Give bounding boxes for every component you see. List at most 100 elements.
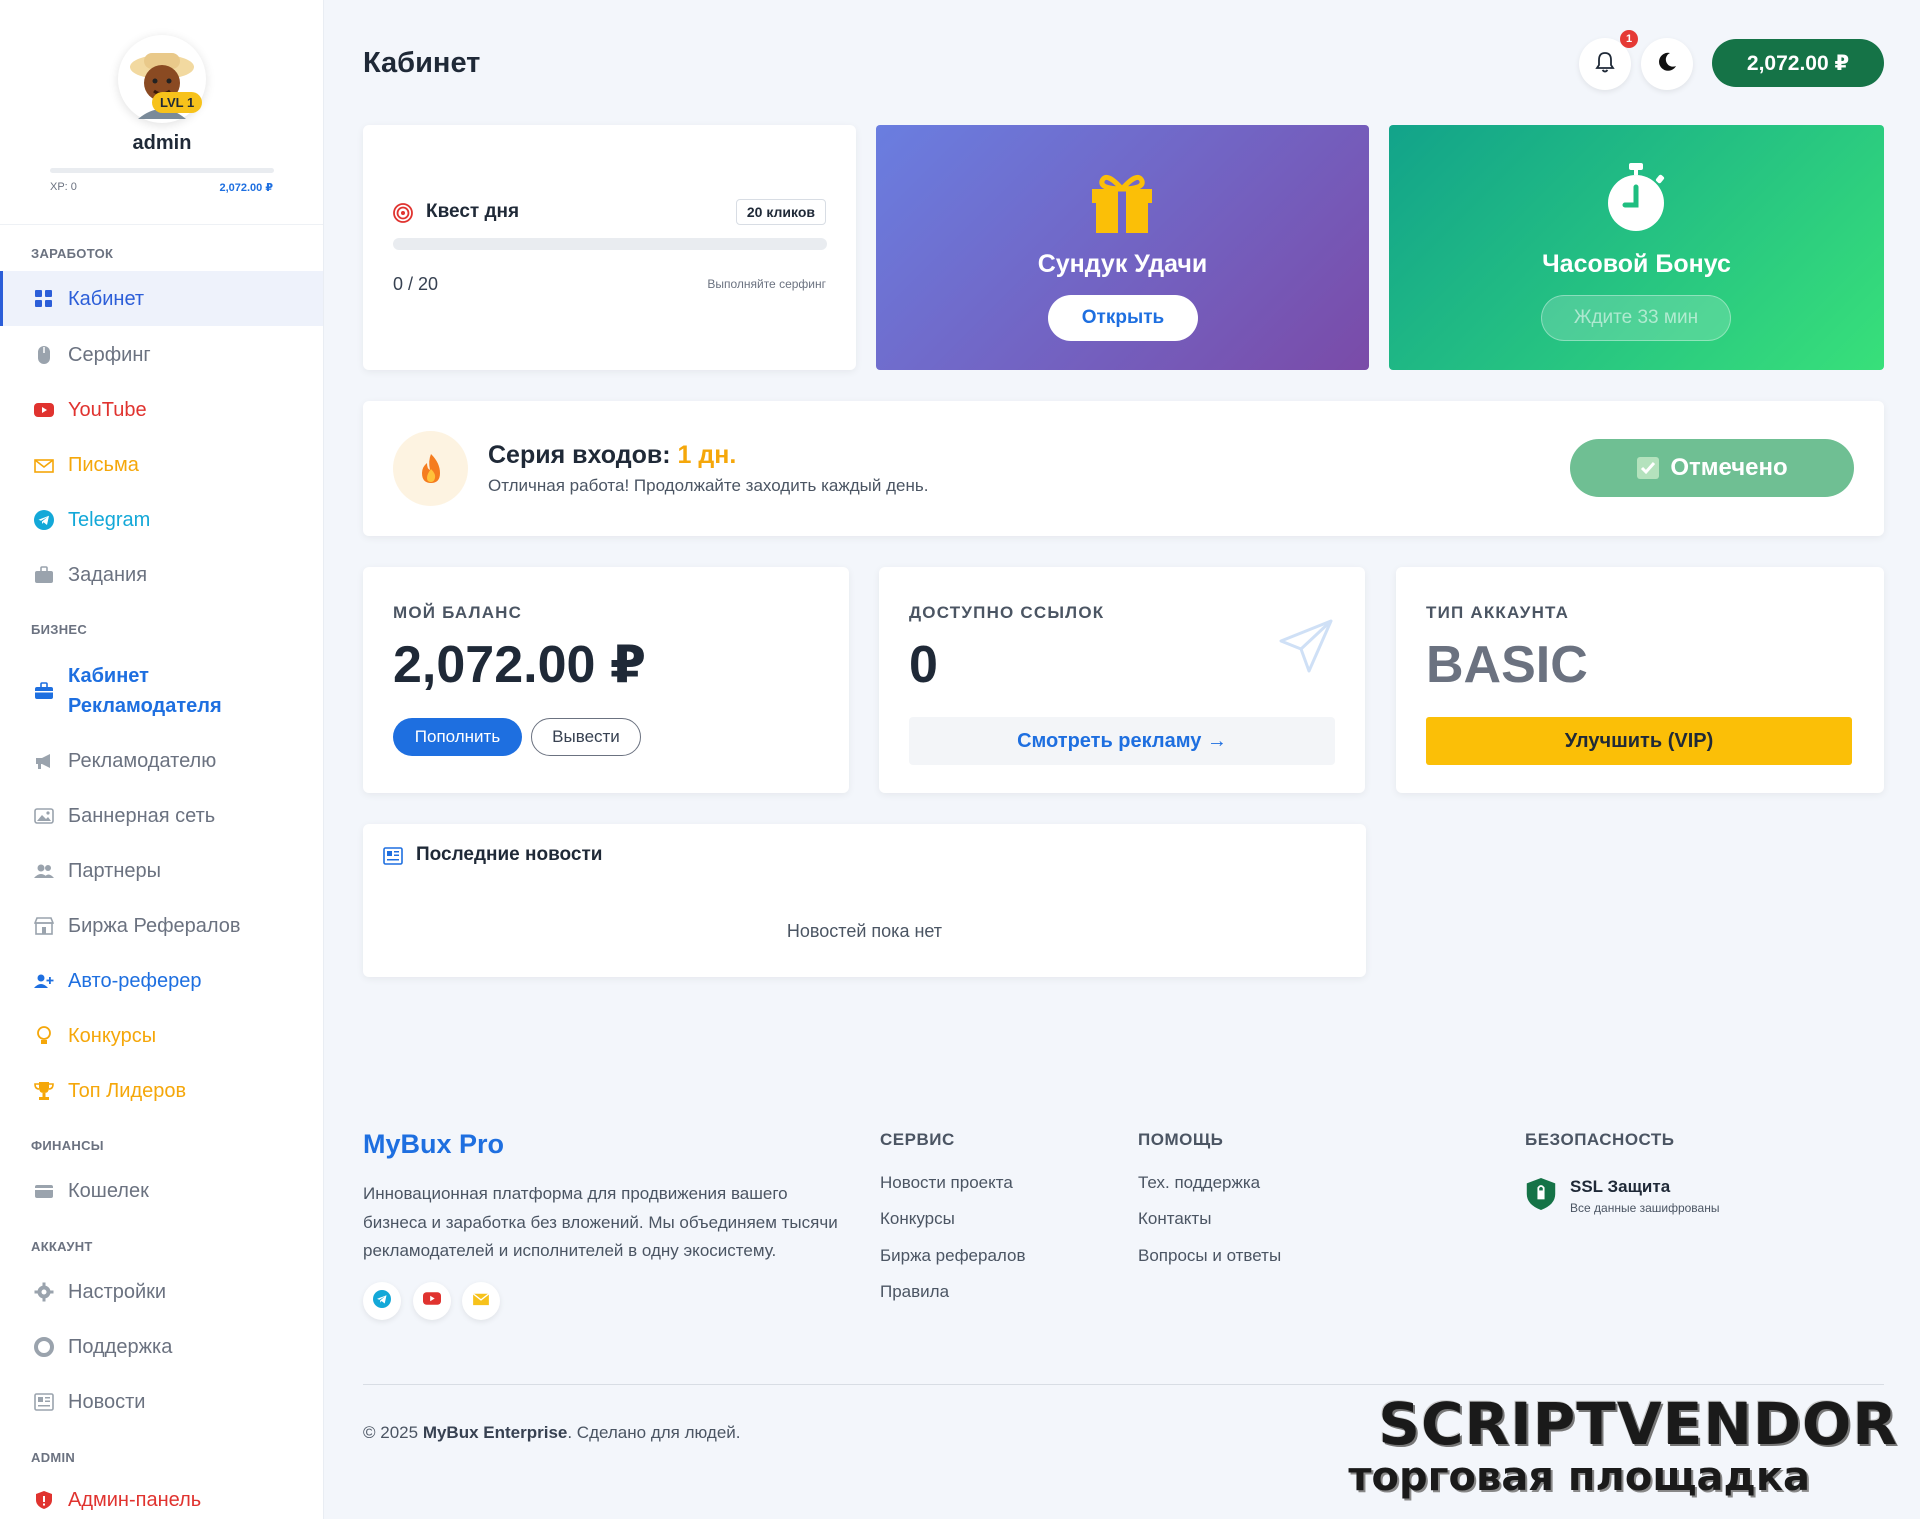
footer-description: Инновационная платформа для продвижения … <box>363 1184 838 1260</box>
sidebar-item-label: Настройки <box>68 1280 167 1303</box>
xp-label: XP: 0 <box>50 181 77 193</box>
footer-link[interactable]: Правила <box>880 1282 949 1302</box>
links-value: 0 <box>909 636 938 694</box>
footer-service-heading: СЕРВИС <box>880 1130 955 1149</box>
copyright-prefix: © 2025 <box>363 1423 419 1442</box>
shield-icon <box>1525 1176 1557 1217</box>
copyright-suffix: . Сделано для людей. <box>567 1423 741 1442</box>
footer-link[interactable]: Вопросы и ответы <box>1138 1246 1281 1266</box>
sidebar-item-surfing[interactable]: Серфинг <box>0 327 323 382</box>
grid-icon <box>34 289 54 309</box>
account-type-label: ТИП АККАУНТА <box>1426 603 1570 622</box>
watch-ads-button[interactable]: Смотреть рекламу → <box>909 717 1335 765</box>
sidebar-item-top-leaders[interactable]: Топ Лидеров <box>0 1063 323 1118</box>
sidebar-item-label: Партнеры <box>68 859 162 882</box>
watermark-title: SCRIPTVENDOR <box>1378 1390 1898 1458</box>
stopwatch-icon <box>1603 161 1669 238</box>
lucky-chest-card: Сундук Удачи Открыть <box>876 125 1369 370</box>
telegram-icon <box>373 1289 391 1313</box>
sidebar-item-label: Рекламодателю <box>68 749 217 772</box>
sidebar-item-to-advertiser[interactable]: Рекламодателю <box>0 733 323 788</box>
footer-link[interactable]: Тех. поддержка <box>1138 1173 1260 1193</box>
sidebar-item-banner-net[interactable]: Баннерная сеть <box>0 788 323 843</box>
sidebar-item-cabinet[interactable]: Кабинет <box>0 271 323 326</box>
streak-marked-label: Отмечено <box>1670 454 1788 481</box>
footer-link[interactable]: Конкурсы <box>880 1209 955 1229</box>
section-account: АККАУНТ <box>31 1239 93 1254</box>
user-plus-icon <box>34 971 54 991</box>
sidebar-item-label: Кабинет Рекламодателя <box>68 665 222 717</box>
lifebuoy-icon <box>34 1336 54 1357</box>
sidebar-item-label: Биржа Рефералов <box>68 914 241 937</box>
moon-icon <box>1656 51 1678 78</box>
footer-brand[interactable]: MyBux Pro <box>363 1129 504 1160</box>
shield-icon <box>34 1490 54 1510</box>
bell-icon <box>1595 51 1615 78</box>
open-chest-button[interactable]: Открыть <box>1048 295 1198 341</box>
sidebar-item-tasks[interactable]: Задания <box>0 547 323 602</box>
level-badge: LVL 1 <box>152 92 203 113</box>
sidebar-item-support[interactable]: Поддержка <box>0 1319 323 1374</box>
deposit-button[interactable]: Пополнить <box>393 718 522 756</box>
envelope-icon <box>472 1292 490 1311</box>
section-business: БИЗНЕС <box>31 622 88 637</box>
header-balance-button[interactable]: 2,072.00 ₽ <box>1712 39 1884 87</box>
users-icon <box>34 861 54 881</box>
footer-youtube-button[interactable] <box>413 1282 451 1320</box>
upgrade-vip-button[interactable]: Улучшить (VIP) <box>1426 717 1852 765</box>
news-empty-text: Новостей пока нет <box>786 921 943 941</box>
gift-icon <box>1086 163 1158 240</box>
account-type-card: ТИП АККАУНТА BASIC Улучшить (VIP) <box>1396 567 1884 793</box>
envelope-icon <box>34 455 54 475</box>
target-icon <box>393 203 413 228</box>
sidebar-item-label: Баннерная сеть <box>68 804 216 827</box>
sidebar-item-telegram[interactable]: Telegram <box>0 492 323 547</box>
links-label: ДОСТУПНО ССЫЛОК <box>909 603 1105 622</box>
section-earn: ЗАРАБОТОК <box>31 246 114 261</box>
sidebar-item-wallet[interactable]: Кошелек <box>0 1163 323 1218</box>
account-type-value: BASIC <box>1426 636 1588 694</box>
section-finance: ФИНАНСЫ <box>31 1138 104 1153</box>
youtube-icon <box>34 400 54 420</box>
sidebar-item-settings[interactable]: Настройки <box>0 1264 323 1319</box>
balance-value: 2,072.00 ₽ <box>393 636 647 694</box>
sidebar-item-auto-ref[interactable]: Авто-реферер <box>0 953 323 1008</box>
sidebar-item-youtube[interactable]: YouTube <box>0 382 323 437</box>
hourly-bonus-card: Часовой Бонус Ждите 33 мин <box>1389 125 1884 370</box>
briefcase-icon <box>34 565 54 585</box>
sidebar-item-adv-cabinet[interactable]: Кабинет Рекламодателя <box>0 651 323 731</box>
sidebar-item-contests[interactable]: Конкурсы <box>0 1008 323 1063</box>
ssl-title: SSL Защита <box>1570 1177 1671 1196</box>
ssl-subtitle: Все данные зашифрованы <box>1570 1201 1720 1215</box>
streak-marked-button[interactable]: Отмечено <box>1570 439 1854 497</box>
sidebar: LVL 1 admin XP: 0 2,072.00 ₽ ЗАРАБОТОК К… <box>0 0 324 1519</box>
theme-toggle-button[interactable] <box>1641 38 1693 90</box>
sidebar-item-partners[interactable]: Партнеры <box>0 843 323 898</box>
footer-link[interactable]: Новости проекта <box>880 1173 1013 1193</box>
news-title: Последние новости <box>416 844 603 865</box>
paper-plane-icon <box>1279 619 1333 678</box>
footer-email-button[interactable] <box>462 1282 500 1320</box>
section-admin: ADMIN <box>31 1450 76 1465</box>
sidebar-item-admin-panel[interactable]: Админ-панель <box>0 1472 323 1519</box>
megaphone-icon <box>34 751 54 771</box>
hourly-wait-button[interactable]: Ждите 33 мин <box>1541 295 1731 341</box>
sidebar-item-label: Поддержка <box>68 1335 173 1358</box>
sidebar-item-ref-exchange[interactable]: Биржа Рефералов <box>0 898 323 953</box>
chest-title: Сундук Удачи <box>1037 250 1208 278</box>
sidebar-item-news[interactable]: Новости <box>0 1374 323 1429</box>
footer-divider <box>363 1384 1884 1385</box>
sidebar-item-label: Админ-панель <box>68 1488 202 1511</box>
sidebar-item-label: Серфинг <box>68 343 151 366</box>
xp-progress-bar <box>50 168 274 173</box>
page-title: Кабинет <box>363 47 481 79</box>
withdraw-button[interactable]: Вывести <box>531 718 641 756</box>
footer-link[interactable]: Биржа рефералов <box>880 1246 1026 1266</box>
profile-balance: 2,072.00 ₽ <box>219 182 273 194</box>
sidebar-item-label: Кошелек <box>68 1179 149 1202</box>
footer-link[interactable]: Контакты <box>1138 1209 1211 1229</box>
quest-progress-bar <box>393 238 827 250</box>
sidebar-item-label: Новости <box>68 1390 146 1413</box>
footer-telegram-button[interactable] <box>363 1282 401 1320</box>
sidebar-item-letters[interactable]: Письма <box>0 437 323 492</box>
